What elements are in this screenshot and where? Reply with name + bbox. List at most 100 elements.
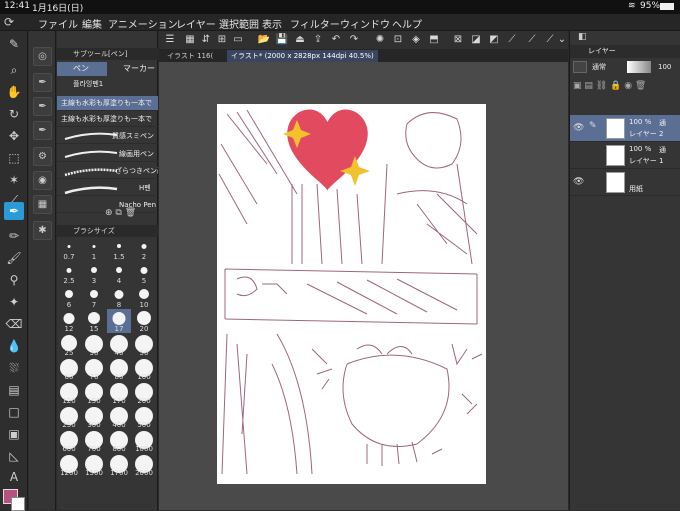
pen-tool-icon[interactable]: ✒ <box>4 202 24 220</box>
brushsize-cell[interactable]: 12 <box>57 309 81 333</box>
brushsize-cell[interactable]: 1200 <box>57 453 81 477</box>
save-icon[interactable]: 💾 <box>275 32 289 47</box>
frame-icon[interactable]: ▣ <box>4 425 24 443</box>
eye-icon[interactable]: 👁 <box>573 177 584 187</box>
panel-icon[interactable]: ⊞ <box>215 32 229 47</box>
tab-document-1[interactable]: イラスト 116( <box>163 50 217 62</box>
new-folder-icon[interactable]: ▤ <box>584 81 593 91</box>
ruler-snap-icon[interactable]: ⟋ <box>505 32 519 47</box>
blend-mode-select[interactable]: 通常 <box>592 61 612 73</box>
brushsize-cell[interactable]: 2 <box>132 237 156 261</box>
brushsize-cell[interactable]: 20 <box>132 309 156 333</box>
menu-selection[interactable]: 選択範囲 <box>219 16 259 31</box>
menu-window[interactable]: ウィンドウ <box>340 16 390 31</box>
brushsize-cell[interactable]: 7 <box>82 285 106 309</box>
brushsize-cell[interactable]: 100 <box>132 357 156 381</box>
ruler-icon[interactable]: ◺ <box>4 447 24 465</box>
tab-document-2[interactable]: イラスト* (2000 x 2828px 144dpi 40.5%) <box>227 50 378 62</box>
magic-wand-icon[interactable]: ✶ <box>4 171 24 189</box>
fill-canvas-icon[interactable]: ◈ <box>409 32 423 47</box>
selection-icon[interactable]: ⬚ <box>4 149 24 167</box>
brushsize-cell[interactable]: 40 <box>107 333 131 357</box>
opacity-value[interactable]: 100 <box>658 61 678 73</box>
delete-layer-icon[interactable]: 🗑 <box>635 81 646 91</box>
brushsize-cell[interactable]: 400 <box>107 405 131 429</box>
grid-icon[interactable]: ▦ <box>183 32 197 47</box>
delete-subtool-icon[interactable]: 🗑 <box>125 208 136 218</box>
figure-icon[interactable]: □ <box>4 403 24 421</box>
brushsize-cell[interactable]: 300 <box>82 405 106 429</box>
opacity-slider[interactable] <box>627 61 651 73</box>
brushsize-cell[interactable]: 600 <box>57 429 81 453</box>
brushsize-cell[interactable]: 1 <box>82 237 106 261</box>
tool-settings-icon[interactable]: ⚙ <box>33 147 52 166</box>
blend-icon[interactable]: 💧 <box>4 337 24 355</box>
text-icon[interactable]: A <box>4 468 24 486</box>
menu-help[interactable]: ヘルプ <box>392 16 422 31</box>
clear-icon[interactable]: ⊡ <box>391 32 405 47</box>
brushsize-cell[interactable]: 170 <box>107 381 131 405</box>
brushsize-cell[interactable]: 8 <box>107 285 131 309</box>
brushsize-cell[interactable]: 15 <box>82 309 106 333</box>
hamburger-icon[interactable]: ☰ <box>163 32 177 47</box>
tool-option-icon[interactable]: ▦ <box>33 195 52 214</box>
brushsize-cell[interactable]: 6 <box>57 285 81 309</box>
layer-row-paper[interactable]: 👁 用紙 <box>570 169 680 196</box>
pen-variant-icon[interactable]: ✒ <box>33 97 52 116</box>
canvas-paper[interactable] <box>217 104 486 484</box>
invert-selection-icon[interactable]: ◪ <box>469 32 483 47</box>
canvas-icon[interactable]: ▭ <box>231 32 245 47</box>
brushsize-cell[interactable]: 70 <box>82 357 106 381</box>
crop-icon[interactable]: ◩ <box>487 32 501 47</box>
tab-marker[interactable]: マーカー <box>107 62 158 76</box>
transform-icon[interactable]: ⬒ <box>427 32 441 47</box>
chevron-down-icon[interactable]: ⌄ <box>555 32 569 47</box>
add-subtool-icon[interactable]: ⊕ <box>105 208 113 218</box>
eye-icon[interactable]: 👁 <box>573 123 584 133</box>
brush-tip-icon[interactable]: ✱ <box>33 221 52 240</box>
layer-toggle-icon[interactable]: ◧ <box>578 32 587 42</box>
brushsize-cell[interactable]: 1700 <box>107 453 131 477</box>
link-icon[interactable]: ⛓ <box>596 81 607 91</box>
menu-file[interactable]: ファイル <box>38 16 78 31</box>
brushsize-cell[interactable]: 250 <box>57 405 81 429</box>
export-icon[interactable]: ⏏ <box>293 32 307 47</box>
brush-item[interactable]: 主線も水彩も厚塗りも一本で <box>57 112 158 127</box>
brush-icon[interactable]: 🖌 <box>4 249 24 267</box>
brushsize-cell[interactable]: 0.7 <box>57 237 81 261</box>
brushsize-cell[interactable]: 2000 <box>132 453 156 477</box>
brushsize-cell[interactable]: 50 <box>132 333 156 357</box>
decoration-icon[interactable]: ✦ <box>4 293 24 311</box>
brushsize-cell[interactable]: 800 <box>107 429 131 453</box>
brushsize-cell[interactable]: 4 <box>107 261 131 285</box>
layer-row-1[interactable]: 100 % 通 レイヤー 1 <box>570 142 680 169</box>
brushsize-cell[interactable]: 3 <box>82 261 106 285</box>
tab-pen[interactable]: ペン <box>57 62 107 76</box>
redo-icon[interactable]: ↷ <box>347 32 361 47</box>
brushsize-cell[interactable]: 500 <box>132 405 156 429</box>
pen-variant-icon[interactable]: ✒ <box>33 73 52 92</box>
menu-filter[interactable]: フィルター <box>290 16 340 31</box>
move-icon[interactable]: ✥ <box>4 127 24 145</box>
loading-icon[interactable]: ✺ <box>373 32 387 47</box>
swap-icon[interactable]: ⇵ <box>199 32 213 47</box>
menu-edit[interactable]: 編集 <box>82 16 102 31</box>
menu-view[interactable]: 表示 <box>262 16 282 31</box>
menu-layer[interactable]: レイヤー <box>176 16 216 31</box>
undo-icon[interactable]: ↶ <box>329 32 343 47</box>
layer-row-2[interactable]: 👁 ✎ 100 % 通 レイヤー 2 <box>570 115 680 142</box>
brushsize-cell[interactable]: 80 <box>107 357 131 381</box>
pen-settings-icon[interactable]: ✎ <box>4 35 24 53</box>
brushsize-cell[interactable]: 25 <box>57 333 81 357</box>
gradient-icon[interactable]: ▤ <box>4 381 24 399</box>
open-icon[interactable]: 📂 <box>257 32 271 47</box>
brushsize-cell[interactable]: 17 <box>107 309 131 333</box>
menu-animation[interactable]: アニメーション <box>108 16 178 31</box>
brushsize-cell[interactable]: 10 <box>132 285 156 309</box>
mask-icon[interactable]: ◉ <box>624 81 632 91</box>
brushsize-cell[interactable]: 200 <box>132 381 156 405</box>
brushsize-cell[interactable]: 30 <box>82 333 106 357</box>
brushsize-cell[interactable]: 5 <box>132 261 156 285</box>
share-icon[interactable]: ⇪ <box>311 32 325 47</box>
brushsize-cell[interactable]: 150 <box>82 381 106 405</box>
